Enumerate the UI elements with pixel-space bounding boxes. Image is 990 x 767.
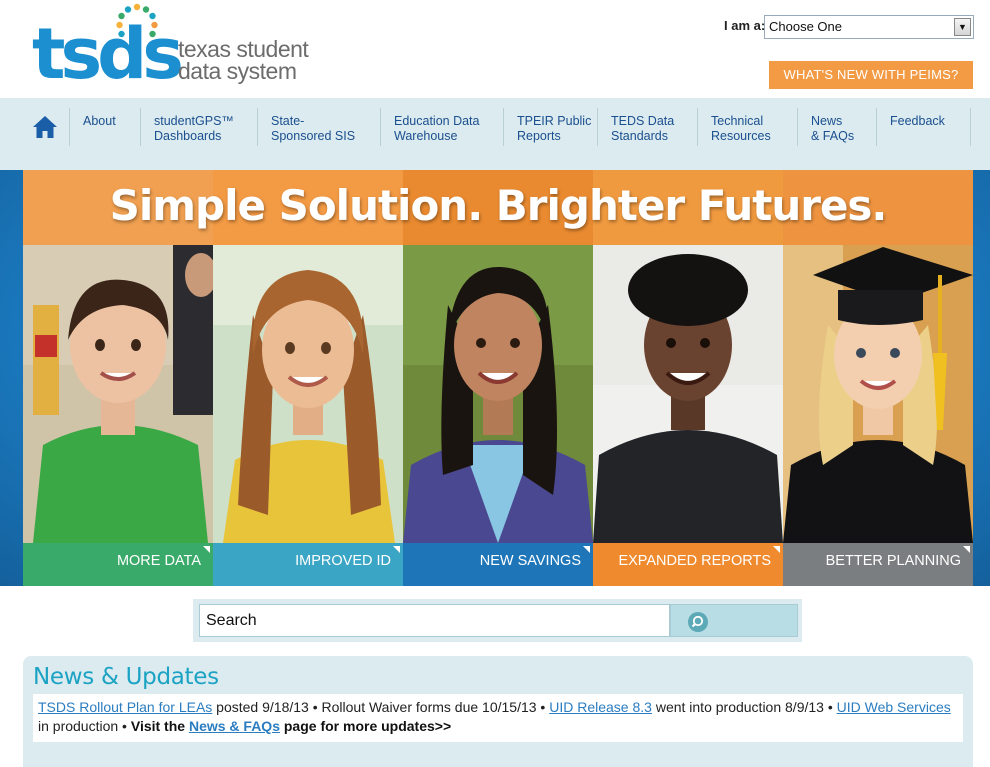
corner-arrow-icon (773, 546, 780, 553)
tile-new-savings[interactable]: NEW SAVINGS (403, 543, 593, 586)
iam-label: I am a: (724, 18, 766, 33)
tile-expanded-reports[interactable]: EXPANDED REPORTS (593, 543, 783, 586)
tile-improved-id-label: IMPROVED ID (295, 553, 391, 569)
corner-arrow-icon (203, 546, 210, 553)
site-header: tsds texas student data system I am a: C… (0, 0, 990, 98)
chevron-down-icon[interactable]: ▼ (954, 18, 971, 36)
nav-item-edw[interactable]: Education Data Warehouse (380, 108, 504, 146)
nav-item-technical[interactable]: Technical Resources (697, 108, 797, 146)
tile-new-savings-label: NEW SAVINGS (479, 553, 581, 569)
news-link-rollout-plan[interactable]: TSDS Rollout Plan for LEAs (38, 699, 212, 715)
corner-arrow-icon (393, 546, 400, 553)
hero-photo-girl (213, 245, 403, 543)
logo-tagline: texas student data system (178, 36, 309, 84)
nav-item-news-faqs[interactable]: News & FAQs (797, 108, 877, 146)
corner-arrow-icon (583, 546, 590, 553)
logo-tagline-line2: data system (178, 58, 297, 84)
hero-title: Simple Solution. Brighter Futures. (109, 181, 888, 230)
tile-more-data-label: MORE DATA (116, 553, 201, 569)
hero-photo-teen-boy (593, 245, 783, 543)
hero-photo-boy (23, 245, 213, 543)
news-text-2: went into production 8/9/13 • (651, 699, 837, 715)
whats-new-peims-button[interactable]: WHAT'S NEW WITH PEIMS? (769, 61, 973, 89)
role-select[interactable]: Choose One ▼ (764, 15, 974, 39)
news-body: TSDS Rollout Plan for LEAs posted 9/18/1… (33, 694, 963, 742)
search-input[interactable]: Search (199, 604, 670, 637)
home-icon[interactable] (32, 115, 58, 139)
hero-photo-graduate (783, 245, 973, 543)
role-select-value: Choose One (769, 19, 842, 34)
tile-more-data[interactable]: MORE DATA (23, 543, 213, 586)
search-icon (688, 612, 708, 632)
corner-arrow-icon (963, 546, 970, 553)
main-nav: About studentGPS™ Dashboards State- Spon… (0, 98, 990, 170)
tile-improved-id[interactable]: IMPROVED ID (213, 543, 403, 586)
news-link-news-faqs[interactable]: News & FAQs (189, 718, 280, 734)
nav-divider (970, 108, 971, 146)
news-title: News & Updates (33, 664, 219, 690)
nav-item-studentgps[interactable]: studentGPS™ Dashboards (140, 108, 258, 146)
nav-item-tpeir[interactable]: TPEIR Public Reports (503, 108, 598, 146)
tile-better-planning[interactable]: BETTER PLANNING (783, 543, 973, 586)
tile-better-planning-label: BETTER PLANNING (825, 553, 961, 569)
news-visit-suffix: page for more updates>> (279, 718, 452, 734)
tsds-logo[interactable]: tsds texas student data system (30, 2, 330, 94)
logo-tagline-line1: texas student (178, 36, 309, 62)
tile-expanded-reports-label: EXPANDED REPORTS (618, 553, 771, 569)
hero-photo-teen-girl (403, 245, 593, 543)
news-text-3: in production • (38, 718, 131, 734)
nav-item-about[interactable]: About (69, 108, 141, 146)
nav-item-teds[interactable]: TEDS Data Standards (597, 108, 697, 146)
nav-item-feedback[interactable]: Feedback (876, 108, 970, 146)
logo-wordmark: tsds (32, 13, 184, 95)
news-link-uid-web-services[interactable]: UID Web Services (837, 699, 951, 715)
news-visit: Visit the News & FAQs page for more upda… (131, 718, 451, 734)
news-text-1: posted 9/18/13 • Rollout Waiver forms du… (212, 699, 550, 715)
news-visit-prefix: Visit the (130, 718, 189, 734)
nav-item-state-sis[interactable]: State- Sponsored SIS (257, 108, 381, 146)
news-link-uid-release[interactable]: UID Release 8.3 (549, 699, 652, 715)
search-button[interactable] (670, 604, 798, 637)
